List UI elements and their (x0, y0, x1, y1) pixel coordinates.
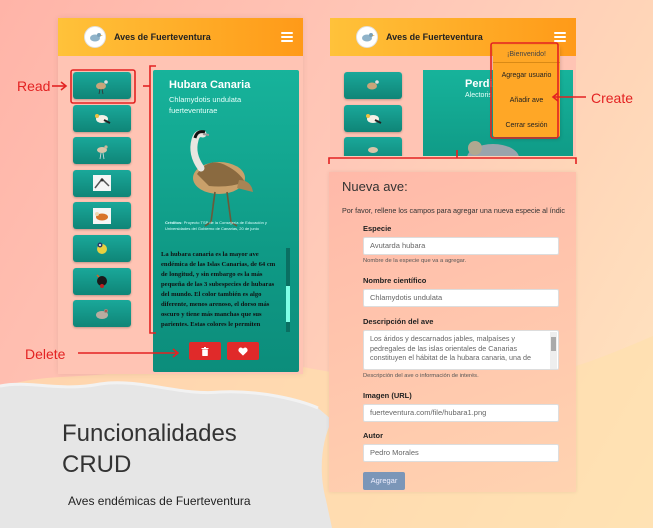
image-credit: Créditos: Proyecto TSP de la Consejería … (165, 220, 267, 231)
thumbnail-ruddy-shelduck[interactable] (73, 202, 131, 230)
help-descripcion: Descripción del ave o información de int… (363, 373, 479, 379)
blue-tit-icon (97, 242, 107, 255)
hamburger-menu-icon[interactable] (554, 32, 566, 42)
bird-logo-icon[interactable] (356, 26, 378, 48)
caption-title: Funcionalidades CRUD (62, 420, 237, 478)
thumbnail-cream-courser[interactable] (73, 137, 131, 165)
thumbnail-cream-courser[interactable] (344, 137, 402, 156)
delete-button[interactable] (189, 342, 221, 360)
agregar-button[interactable]: Agregar (363, 472, 405, 490)
bird-description: La hubara canaria es la mayor ave endémi… (161, 251, 276, 328)
thumbnail-bird-photo[interactable] (73, 169, 131, 197)
form-intro: Por favor, rellene los campos para agreg… (342, 206, 565, 215)
ruddy-shelduck-icon (93, 207, 111, 224)
user-dropdown-menu: ¡Bienvenido! Agregar usuario Añadir ave … (493, 45, 560, 137)
bird-logo-icon[interactable] (84, 26, 106, 48)
bird-name: Hubara Canaria (169, 79, 251, 91)
new-bird-form: Nueva ave: Por favor, rellene los campos… (329, 172, 576, 492)
hamburger-menu-icon[interactable] (281, 32, 293, 42)
label-autor: Autor (363, 431, 383, 440)
textarea-scrollbar[interactable] (550, 332, 557, 369)
egyptian-vulture-icon (366, 114, 382, 124)
bird-thumbnail-list (73, 72, 133, 333)
bird-scientific-name: Chlamydotis undulata fuerteventurae (169, 95, 242, 115)
app-header: Aves de Fuerteventura (58, 18, 303, 56)
thumbnail-blue-tit[interactable] (73, 234, 131, 262)
partridge-icon (96, 308, 108, 319)
menu-item-add-user[interactable]: Agregar usuario (493, 63, 560, 88)
bird-detail-card: Hubara Canaria Chlamydotis undulata fuer… (153, 70, 299, 372)
cream-courser-icon (368, 146, 378, 153)
hubara-bird-icon (367, 79, 379, 89)
phone-read-view: Aves de Fuerteventura Hubara Canaria Chl… (58, 18, 303, 374)
like-button[interactable] (227, 342, 259, 360)
thumbnail-egyptian-vulture[interactable] (344, 104, 402, 132)
menu-item-add-bird[interactable]: Añadir ave (493, 88, 560, 113)
menu-item-logout[interactable]: Cerrar sesión (493, 113, 560, 138)
bird-scientific-name-2: Alectoris (465, 92, 492, 99)
hubara-illustration (190, 130, 253, 227)
label-descripcion: Descripción del ave (363, 317, 434, 326)
form-title: Nueva ave: (342, 179, 408, 194)
heart-icon (238, 347, 248, 356)
app-title-2: Aves de Fuerteventura (386, 32, 483, 42)
thumbnail-hubara[interactable] (344, 72, 402, 99)
thumbnail-egyptian-vulture[interactable] (73, 104, 131, 132)
annotation-delete: Delete (25, 346, 66, 362)
label-especie: Especie (363, 224, 392, 233)
especie-input[interactable]: Avutarda hubara (363, 237, 559, 255)
card-actions (189, 342, 259, 360)
trash-icon (201, 346, 209, 356)
hubara-bird-icon (96, 79, 108, 94)
caption-subtitle: Aves endémicas de Fuerteventura (68, 494, 251, 508)
help-especie: Nombre de la especie que va a agregar. (363, 258, 467, 264)
dropdown-greeting: ¡Bienvenido! (493, 45, 560, 63)
autor-input[interactable]: Pedro Morales (363, 444, 559, 462)
thumbnail-black-bird[interactable] (73, 267, 131, 295)
cream-courser-icon (97, 145, 108, 159)
app-title: Aves de Fuerteventura (114, 32, 211, 42)
egyptian-vulture-icon (95, 114, 111, 124)
phone-create-view: Aves de Fuerteventura Perdiz Alectoris ¡… (330, 18, 576, 156)
bird-photo-icon (93, 175, 111, 192)
bird-thumbnail-list-2 (344, 72, 402, 156)
nombre-cientifico-input[interactable]: Chlamydotis undulata (363, 289, 559, 307)
description-scrollbar[interactable] (286, 248, 290, 332)
label-imagen: Imagen (URL) (363, 391, 412, 400)
descripcion-text: Los áridos y descarnados jables, malpaís… (370, 334, 532, 362)
thumbnail-partridge[interactable] (73, 300, 131, 328)
descripcion-textarea[interactable]: Los áridos y descarnados jables, malpaís… (363, 330, 559, 370)
annotation-create: Create (591, 90, 634, 106)
imagen-url-input[interactable]: fuerteventura.com/file/hubara1.png (363, 404, 559, 422)
annotation-read: Read (17, 78, 51, 94)
thumbnail-hubara[interactable] (73, 72, 131, 99)
label-nombre-cientifico: Nombre científico (363, 276, 427, 285)
black-bird-icon (96, 274, 107, 289)
